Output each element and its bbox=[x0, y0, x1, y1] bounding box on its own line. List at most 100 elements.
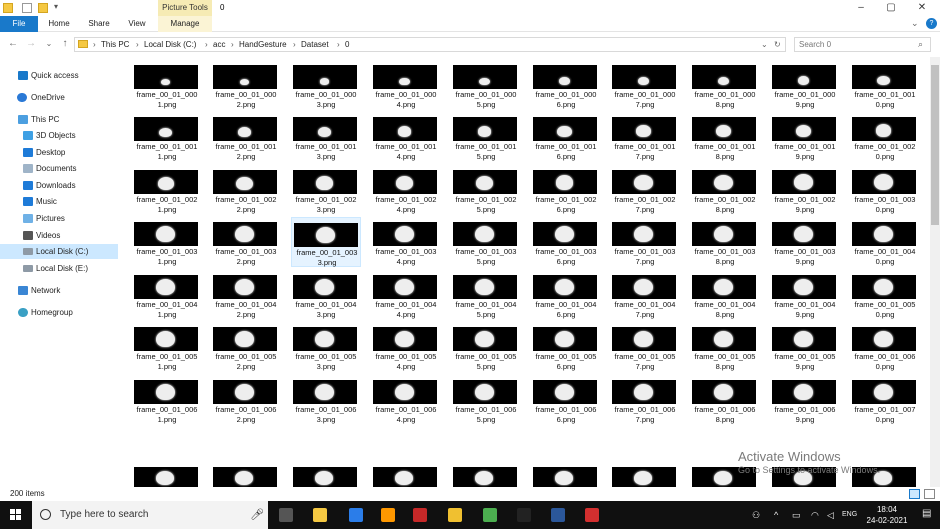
file-item[interactable]: frame_00_01_0040.png bbox=[850, 217, 920, 267]
file-item[interactable]: frame_00_01_0054.png bbox=[371, 322, 441, 372]
file-item[interactable]: frame_00_01_0035.png bbox=[451, 217, 521, 267]
recent-locations-icon[interactable]: ⌄ bbox=[42, 37, 56, 51]
breadcrumb-this-pc[interactable]: This PC bbox=[101, 38, 129, 51]
file-thumbnail[interactable] bbox=[293, 467, 357, 487]
file-item[interactable]: frame_00_01_0053.png bbox=[291, 322, 361, 372]
file-item[interactable]: frame_00_01_0030.png bbox=[850, 165, 920, 215]
file-item[interactable]: frame_00_01_0065.png bbox=[451, 375, 521, 425]
file-item[interactable]: frame_00_01_0043.png bbox=[291, 270, 361, 320]
file-item[interactable]: frame_00_01_0005.png bbox=[451, 60, 521, 110]
ribbon-expand-icon[interactable]: ⌄ bbox=[911, 18, 919, 29]
refresh-icon[interactable]: ↻ bbox=[774, 38, 781, 51]
properties-icon[interactable] bbox=[22, 3, 32, 13]
file-item[interactable]: frame_00_01_0049.png bbox=[770, 270, 840, 320]
file-explorer-taskbar-button[interactable] bbox=[445, 505, 465, 525]
sidebar-item-music[interactable]: Music bbox=[0, 194, 118, 209]
taskbar-search[interactable]: Type here to search 🎤︎ bbox=[32, 501, 268, 529]
file-item[interactable]: frame_00_01_0029.png bbox=[770, 165, 840, 215]
file-item[interactable]: frame_00_01_0046.png bbox=[531, 270, 601, 320]
breadcrumb-dataset[interactable]: Dataset bbox=[301, 38, 329, 51]
file-item[interactable]: frame_00_01_0021.png bbox=[132, 165, 202, 215]
clock[interactable]: 18:04 24-02-2021 bbox=[860, 504, 914, 526]
file-item[interactable]: frame_00_01_0064.png bbox=[371, 375, 441, 425]
chevron-right-icon[interactable]: › bbox=[337, 38, 340, 51]
sidebar-item-local-disk-c[interactable]: Local Disk (C:) bbox=[0, 244, 118, 259]
people-icon[interactable]: ⚇ bbox=[752, 509, 760, 521]
file-item[interactable]: frame_00_01_0013.png bbox=[291, 112, 361, 162]
task-view-taskbar-button[interactable] bbox=[276, 505, 296, 525]
file-item[interactable]: frame_00_01_0048.png bbox=[690, 270, 760, 320]
file-item[interactable]: frame_00_01_0020.png bbox=[850, 112, 920, 162]
file-item[interactable]: frame_00_01_0031.png bbox=[132, 217, 202, 267]
sidebar-item-this-pc[interactable]: This PC bbox=[0, 112, 118, 127]
tab-home[interactable]: Home bbox=[44, 16, 74, 32]
breadcrumb-handgesture[interactable]: HandGesture bbox=[239, 38, 287, 51]
chevron-right-icon[interactable]: › bbox=[293, 38, 296, 51]
sidebar-item-videos[interactable]: Videos bbox=[0, 228, 118, 243]
acrobat-taskbar-button[interactable] bbox=[582, 505, 602, 525]
minimize-button[interactable]: – bbox=[850, 0, 872, 16]
file-item[interactable]: frame_00_01_0039.png bbox=[770, 217, 840, 267]
chevron-right-icon[interactable]: › bbox=[93, 38, 96, 51]
file-item[interactable]: frame_00_01_0045.png bbox=[451, 270, 521, 320]
sidebar-item-documents[interactable]: Documents bbox=[0, 161, 118, 176]
language-indicator[interactable]: ENG bbox=[842, 509, 857, 521]
sidebar-item-desktop[interactable]: Desktop bbox=[0, 145, 118, 160]
file-item[interactable]: frame_00_01_0016.png bbox=[531, 112, 601, 162]
file-item[interactable]: frame_00_01_0057.png bbox=[610, 322, 680, 372]
start-button[interactable] bbox=[0, 501, 32, 529]
file-item[interactable]: frame_00_01_0058.png bbox=[690, 322, 760, 372]
file-item[interactable]: frame_00_01_0044.png bbox=[371, 270, 441, 320]
sidebar-item-downloads[interactable]: Downloads bbox=[0, 178, 118, 193]
file-item[interactable]: frame_00_01_0003.png bbox=[291, 60, 361, 110]
file-item[interactable]: frame_00_01_0066.png bbox=[531, 375, 601, 425]
file-item[interactable]: frame_00_01_0027.png bbox=[610, 165, 680, 215]
file-thumbnail[interactable] bbox=[134, 467, 198, 487]
breadcrumb-local-disk[interactable]: Local Disk (C:) bbox=[144, 38, 196, 51]
sidebar-item-homegroup[interactable]: Homegroup bbox=[0, 305, 118, 320]
search-icon[interactable]: ⌕ bbox=[918, 39, 923, 50]
chrome-taskbar-button[interactable] bbox=[480, 505, 500, 525]
file-thumbnail[interactable] bbox=[453, 467, 517, 487]
file-item[interactable]: frame_00_01_0010.png bbox=[850, 60, 920, 110]
tab-manage[interactable]: Manage bbox=[158, 16, 212, 32]
forward-icon[interactable]: → bbox=[24, 37, 38, 51]
file-item[interactable]: frame_00_01_0061.png bbox=[132, 375, 202, 425]
breadcrumb-0[interactable]: 0 bbox=[345, 38, 349, 51]
file-item[interactable]: frame_00_01_0055.png bbox=[451, 322, 521, 372]
file-item[interactable]: frame_00_01_0002.png bbox=[211, 60, 281, 110]
file-item[interactable]: frame_00_01_0042.png bbox=[211, 270, 281, 320]
details-view-icon[interactable] bbox=[909, 489, 920, 499]
file-item[interactable]: frame_00_01_0068.png bbox=[690, 375, 760, 425]
large-icons-view-icon[interactable] bbox=[924, 489, 935, 499]
up-icon[interactable]: ↑ bbox=[58, 37, 72, 51]
sidebar-item-3d-objects[interactable]: 3D Objects bbox=[0, 128, 118, 143]
file-item[interactable]: frame_00_01_0037.png bbox=[610, 217, 680, 267]
file-item[interactable]: frame_00_01_0004.png bbox=[371, 60, 441, 110]
file-item[interactable]: frame_00_01_0019.png bbox=[770, 112, 840, 162]
qat-dropdown-icon[interactable]: ▾ bbox=[54, 2, 58, 11]
chevron-down-icon[interactable]: ⌄ bbox=[761, 38, 768, 51]
chevron-right-icon[interactable]: › bbox=[205, 38, 208, 51]
file-item[interactable]: frame_00_01_0032.png bbox=[211, 217, 281, 267]
file-item[interactable]: frame_00_01_0047.png bbox=[610, 270, 680, 320]
breadcrumb-acc[interactable]: acc bbox=[213, 38, 225, 51]
file-thumbnail[interactable] bbox=[213, 467, 277, 487]
file-item[interactable]: frame_00_01_0063.png bbox=[291, 375, 361, 425]
sidebar-item-pictures[interactable]: Pictures bbox=[0, 211, 118, 226]
close-button[interactable]: ✕ bbox=[911, 0, 933, 16]
file-item[interactable]: frame_00_01_0026.png bbox=[531, 165, 601, 215]
file-thumbnail[interactable] bbox=[373, 467, 437, 487]
file-item[interactable]: frame_00_01_0038.png bbox=[690, 217, 760, 267]
search-input[interactable]: Search 0 bbox=[794, 37, 931, 52]
file-item[interactable]: frame_00_01_0051.png bbox=[132, 322, 202, 372]
file-item[interactable]: frame_00_01_0001.png bbox=[132, 60, 202, 110]
file-item[interactable]: frame_00_01_0008.png bbox=[690, 60, 760, 110]
file-item[interactable]: frame_00_01_0015.png bbox=[451, 112, 521, 162]
tab-share[interactable]: Share bbox=[83, 16, 115, 32]
scrollbar-thumb[interactable] bbox=[931, 65, 939, 225]
microphone-icon[interactable]: 🎤︎ bbox=[250, 501, 264, 529]
file-item[interactable]: frame_00_01_0041.png bbox=[132, 270, 202, 320]
cmd-taskbar-button[interactable] bbox=[410, 505, 430, 525]
file-item[interactable]: frame_00_01_0018.png bbox=[690, 112, 760, 162]
